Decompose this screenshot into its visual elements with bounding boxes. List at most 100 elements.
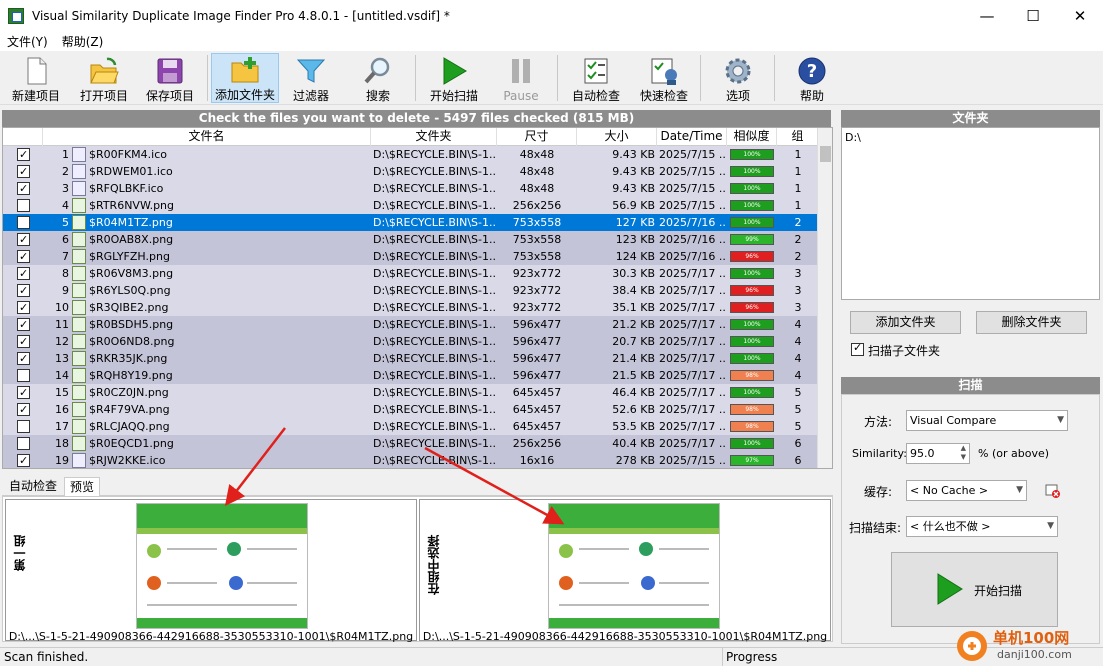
row-filename: $RTR6NVW.png (89, 199, 175, 212)
table-row[interactable]: 12 $R0O6ND8.png D:\$RECYCLE.BIN\S-1... 596x… (3, 333, 819, 350)
row-checkbox[interactable] (17, 384, 30, 401)
table-row[interactable]: 5 $R04M1TZ.png D:\$RECYCLE.BIN\S-1... 753x5… (3, 214, 819, 231)
save-project-button[interactable]: 保存项目 (140, 53, 200, 103)
col-filename[interactable]: 文件名 (43, 128, 371, 146)
table-row[interactable]: 1 $R00FKM4.ico D:\$RECYCLE.BIN\S-1... 48x48… (3, 146, 819, 163)
row-checkbox[interactable] (17, 420, 30, 433)
table-row[interactable]: 9 $R6YLS0Q.png D:\$RECYCLE.BIN\S-1... 923x7… (3, 282, 819, 299)
vertical-scrollbar[interactable] (817, 128, 832, 468)
minimize-button[interactable]: — (964, 0, 1010, 31)
toolbar: 新建项目 打开项目 保存项目 添加文件夹 过滤器 搜索 开始扫描 Pause 自… (0, 51, 1103, 105)
row-checkbox[interactable] (17, 333, 30, 350)
row-checkbox[interactable] (17, 163, 30, 180)
table-row[interactable]: 6 $R0OAB8X.png D:\$RECYCLE.BIN\S-1... 753x5… (3, 231, 819, 248)
table-row[interactable]: 19 $RJW2KKE.ico D:\$RECYCLE.BIN\S-1... 16x1… (3, 452, 819, 468)
table-row[interactable]: 4 $RTR6NVW.png D:\$RECYCLE.BIN\S-1... 256x2… (3, 197, 819, 214)
col-check[interactable] (3, 128, 43, 146)
open-project-label: 打开项目 (79, 89, 128, 103)
preview-right-image[interactable] (548, 503, 720, 629)
table-row[interactable]: 2 $RDWEM01.ico D:\$RECYCLE.BIN\S-1... 48x48… (3, 163, 819, 180)
row-checkbox[interactable] (17, 216, 30, 229)
row-number: 6 (62, 233, 69, 246)
auto-check-button[interactable]: 自动检查 (566, 53, 626, 103)
table-row[interactable]: 7 $RGLYFZH.png D:\$RECYCLE.BIN\S-1... 753x5… (3, 248, 819, 265)
tab-preview[interactable]: 预览 (64, 477, 101, 496)
row-checkbox[interactable] (17, 437, 30, 450)
col-folder[interactable]: 文件夹 (371, 128, 497, 146)
add-folder-side-button[interactable]: 添加文件夹 (850, 311, 961, 334)
row-number: 5 (62, 216, 69, 229)
table-row[interactable]: 13 $RKR35JK.png D:\$RECYCLE.BIN\S-1... 596x… (3, 350, 819, 367)
scan-subfolders-checkbox[interactable] (851, 341, 864, 356)
col-size[interactable]: 大小 (577, 128, 657, 146)
menu-help[interactable]: 帮助(Z) (55, 33, 111, 50)
row-checkbox[interactable] (17, 401, 30, 418)
row-checkbox[interactable] (17, 231, 30, 248)
row-checkbox[interactable] (17, 180, 30, 197)
row-checkbox[interactable] (17, 369, 30, 382)
row-checkbox[interactable] (17, 350, 30, 367)
new-project-button[interactable]: 新建项目 (6, 53, 66, 103)
preview-left-image[interactable] (136, 503, 308, 629)
row-filename: $R04M1TZ.png (89, 216, 173, 229)
clear-cache-icon[interactable] (1045, 483, 1061, 499)
table-row[interactable]: 14 $RQH8Y19.png D:\$RECYCLE.BIN\S-1... 596x… (3, 367, 819, 384)
menu-file[interactable]: 文件(Y) (0, 33, 55, 50)
col-group[interactable]: 组 (777, 128, 819, 146)
tab-auto-check[interactable]: 自动检查 (4, 477, 62, 496)
help-button[interactable]: ? 帮助 (787, 53, 837, 103)
help-label: 帮助 (799, 89, 824, 103)
scrollbar-thumb[interactable] (820, 146, 831, 162)
row-filename: $RKR35JK.png (89, 352, 168, 365)
table-row[interactable]: 17 $RLCJAQQ.png D:\$RECYCLE.BIN\S-1... 645x… (3, 418, 819, 435)
table-row[interactable]: 15 $R0CZ0JN.png D:\$RECYCLE.BIN\S-1... 645x… (3, 384, 819, 401)
folder-item[interactable]: D:\ (845, 131, 1096, 144)
start-scan-button[interactable]: 开始扫描 (424, 53, 484, 103)
table-row[interactable]: 8 $R06V8M3.png D:\$RECYCLE.BIN\S-1... 923x7… (3, 265, 819, 282)
open-project-button[interactable]: 打开项目 (74, 53, 134, 103)
search-button[interactable]: 搜索 (352, 53, 404, 103)
svg-text:?: ? (807, 61, 817, 82)
row-datetime: 2025/7/16 ... (659, 233, 727, 246)
start-scan-big-button[interactable]: 开始扫描 (891, 552, 1058, 627)
chevron-down-icon: ▼ (1057, 415, 1064, 425)
table-row[interactable]: 11 $R0BSDH5.png D:\$RECYCLE.BIN\S-1... 596x… (3, 316, 819, 333)
row-dimensions: 645x457 (512, 420, 562, 433)
row-checkbox[interactable] (17, 299, 30, 316)
options-button[interactable]: 选项 (713, 53, 763, 103)
cache-label: 缓存: (864, 485, 893, 499)
play-icon (443, 57, 467, 85)
table-row[interactable]: 18 $R0EQCD1.png D:\$RECYCLE.BIN\S-1... 256x… (3, 435, 819, 452)
row-checkbox[interactable] (17, 199, 30, 212)
row-checkbox[interactable] (17, 452, 30, 468)
col-similarity[interactable]: 相似度 (727, 128, 777, 146)
spin-arrows-icon[interactable]: ▲ ▼ (961, 444, 966, 462)
maximize-button[interactable]: ☐ (1010, 0, 1056, 31)
row-checkbox[interactable] (17, 248, 30, 265)
add-folder-button[interactable]: 添加文件夹 (211, 53, 279, 103)
row-checkbox[interactable] (17, 282, 30, 299)
pause-button[interactable]: Pause (496, 53, 546, 103)
row-folder: D:\$RECYCLE.BIN\S-1... (373, 420, 495, 433)
play-icon (937, 573, 963, 605)
table-row[interactable]: 10 $R3QIBE2.png D:\$RECYCLE.BIN\S-1... 923x… (3, 299, 819, 316)
row-checkbox[interactable] (17, 265, 30, 282)
filter-button[interactable]: 过滤器 (285, 53, 337, 103)
file-grid[interactable]: 文件名 文件夹 尺寸 大小 Date/Time 相似度 组 1 $R00FKM4.… (2, 127, 833, 469)
col-dimensions[interactable]: 尺寸 (497, 128, 577, 146)
row-checkbox[interactable] (17, 316, 30, 333)
cache-select[interactable]: < No Cache > ▼ (906, 480, 1027, 501)
table-row[interactable]: 3 $RFQLBKF.ico D:\$RECYCLE.BIN\S-1... 48x48… (3, 180, 819, 197)
folder-list[interactable]: D:\ (841, 127, 1100, 300)
close-button[interactable]: ✕ (1057, 0, 1103, 31)
table-row[interactable]: 16 $R4F79VA.png D:\$RECYCLE.BIN\S-1... 645x… (3, 401, 819, 418)
quick-check-button[interactable]: 快速检查 (634, 53, 694, 103)
row-checkbox[interactable] (17, 146, 30, 163)
similarity-spinner[interactable]: 95.0 ▲ ▼ (906, 443, 970, 464)
col-datetime[interactable]: Date/Time (657, 128, 727, 146)
delete-folder-button[interactable]: 删除文件夹 (976, 311, 1087, 334)
method-select[interactable]: Visual Compare ▼ (906, 410, 1068, 431)
row-datetime: 2025/7/16 ... (659, 216, 727, 229)
end-action-select[interactable]: < 什么也不做 > ▼ (906, 516, 1058, 537)
row-folder: D:\$RECYCLE.BIN\S-1... (373, 369, 495, 382)
